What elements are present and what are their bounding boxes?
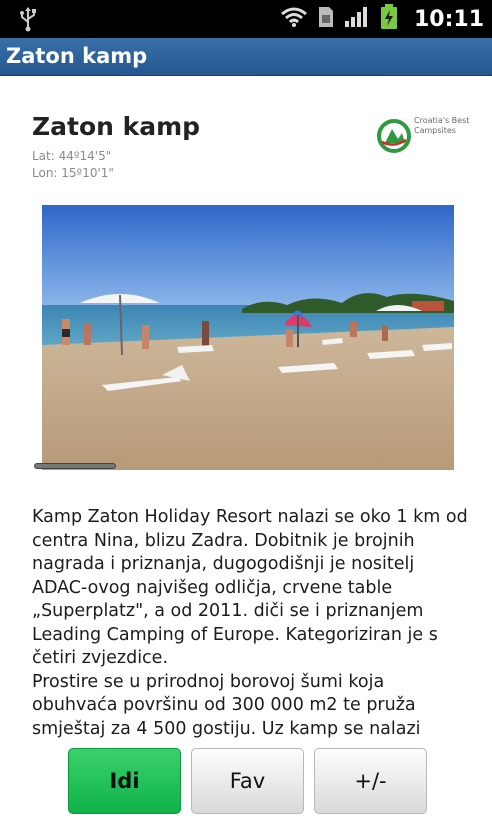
- usb-icon: [18, 6, 38, 36]
- latitude-label: Lat: 44º14'5": [32, 149, 112, 163]
- favorite-button[interactable]: Fav: [191, 748, 304, 814]
- battery-charging-icon: [380, 4, 398, 34]
- camp-name: Zaton kamp: [32, 112, 201, 141]
- status-bar: 10:11: [0, 0, 492, 38]
- longitude-label: Lon: 15º10'1": [32, 166, 114, 180]
- app-title: Zaton kamp: [6, 44, 148, 68]
- camp-photo[interactable]: [42, 205, 454, 470]
- logo-text: Croatia's Best Campsites: [414, 116, 470, 135]
- clock: 10:11: [413, 6, 484, 32]
- wifi-icon: [280, 6, 308, 32]
- camp-description: Kamp Zaton Holiday Resort nalazi se oko …: [32, 507, 468, 739]
- zoom-button[interactable]: +/-: [314, 748, 427, 814]
- croatias-best-campsites-logo: Croatia's Best Campsites: [376, 116, 469, 156]
- sim-icon: [318, 6, 334, 32]
- go-button[interactable]: Idi: [68, 748, 181, 814]
- gallery-scroll-indicator[interactable]: [34, 463, 116, 469]
- title-bar: Zaton kamp: [0, 38, 492, 76]
- camp-detail[interactable]: Zaton kamp Lat: 44º14'5" Lon: 15º10'1" C…: [0, 76, 492, 744]
- action-bar: Idi Fav +/-: [0, 744, 492, 820]
- signal-icon: [344, 6, 370, 32]
